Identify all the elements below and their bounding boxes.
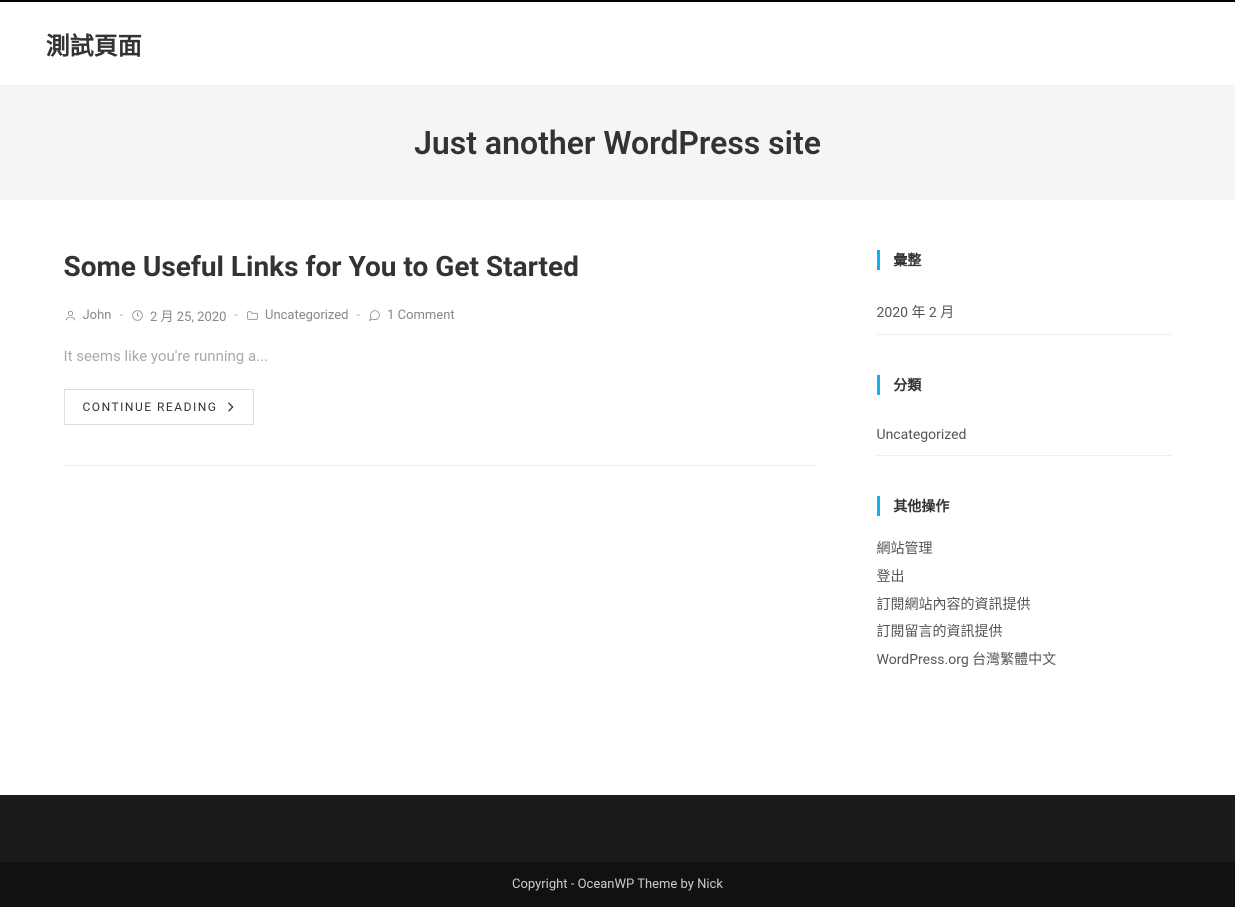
content-area: Some Useful Links for You to Get Started…	[64, 250, 817, 715]
footer-spacer	[0, 795, 1235, 862]
widget-meta: 其他操作 網站管理 登出 訂閱網站內容的資訊提供 訂閱留言的資訊提供 WordP…	[877, 496, 1172, 675]
user-icon	[64, 309, 77, 322]
comment-icon	[368, 309, 381, 322]
widget-archives: 彙整 2020 年 2 月	[877, 250, 1172, 335]
meta-separator: -	[234, 308, 238, 323]
list-item: 2020 年 2 月	[877, 290, 1172, 335]
continue-label: CONTINUE READING	[83, 400, 218, 414]
post-category: Uncategorized	[246, 308, 348, 323]
post-meta: John - 2 月 25, 2020 - Uncategorized - 1 …	[64, 306, 817, 325]
main-container: Some Useful Links for You to Get Started…	[18, 200, 1218, 795]
site-footer: Copyright - OceanWP Theme by Nick	[0, 862, 1235, 907]
site-title-link[interactable]: 測試頁面	[46, 32, 142, 60]
continue-reading-button[interactable]: CONTINUE READING	[64, 389, 255, 425]
post: Some Useful Links for You to Get Started…	[64, 250, 817, 466]
widget-title-meta: 其他操作	[877, 496, 1172, 516]
archive-link[interactable]: 2020 年 2 月	[877, 290, 1172, 334]
categories-list: Uncategorized	[877, 415, 1172, 456]
meta-link-wporg[interactable]: WordPress.org 台灣繁體中文	[877, 647, 1172, 675]
widget-categories: 分類 Uncategorized	[877, 375, 1172, 456]
meta-list: 網站管理 登出 訂閱網站內容的資訊提供 訂閱留言的資訊提供 WordPress.…	[877, 536, 1172, 675]
post-excerpt: It seems like you're running a...	[64, 347, 817, 365]
list-item: WordPress.org 台灣繁體中文	[877, 647, 1172, 675]
meta-separator: -	[357, 308, 361, 323]
hero-banner: Just another WordPress site	[0, 86, 1235, 200]
category-link[interactable]: Uncategorized	[877, 415, 1172, 455]
post-date: 2 月 25, 2020	[131, 306, 226, 325]
sidebar: 彙整 2020 年 2 月 分類 Uncategorized 其他操作 網站管理…	[877, 250, 1172, 715]
archives-list: 2020 年 2 月	[877, 290, 1172, 335]
widget-title-archives: 彙整	[877, 250, 1172, 270]
chevron-right-icon	[227, 402, 235, 412]
list-item: Uncategorized	[877, 415, 1172, 456]
meta-link-admin[interactable]: 網站管理	[877, 536, 1172, 564]
list-item: 網站管理	[877, 536, 1172, 564]
category-link[interactable]: Uncategorized	[265, 308, 348, 323]
folder-icon	[246, 309, 259, 322]
post-title-link[interactable]: Some Useful Links for You to Get Started	[64, 250, 579, 283]
meta-link-entries-rss[interactable]: 訂閱網站內容的資訊提供	[877, 592, 1172, 620]
meta-separator: -	[119, 308, 123, 323]
list-item: 登出	[877, 564, 1172, 592]
post-author: John	[64, 308, 112, 323]
meta-link-logout[interactable]: 登出	[877, 564, 1172, 592]
post-title: Some Useful Links for You to Get Started	[64, 250, 817, 284]
post-divider	[64, 465, 817, 466]
clock-icon	[131, 309, 144, 322]
list-item: 訂閱留言的資訊提供	[877, 619, 1172, 647]
site-header: 測試頁面	[0, 2, 1235, 86]
list-item: 訂閱網站內容的資訊提供	[877, 592, 1172, 620]
copyright-text: Copyright - OceanWP Theme by Nick	[512, 877, 723, 892]
meta-link-comments-rss[interactable]: 訂閱留言的資訊提供	[877, 619, 1172, 647]
comments-link[interactable]: 1 Comment	[387, 308, 455, 323]
post-comments: 1 Comment	[368, 308, 455, 323]
widget-title-categories: 分類	[877, 375, 1172, 395]
date-text: 2 月 25, 2020	[150, 306, 226, 325]
author-link[interactable]: John	[83, 308, 112, 323]
page-title: Just another WordPress site	[20, 124, 1215, 162]
